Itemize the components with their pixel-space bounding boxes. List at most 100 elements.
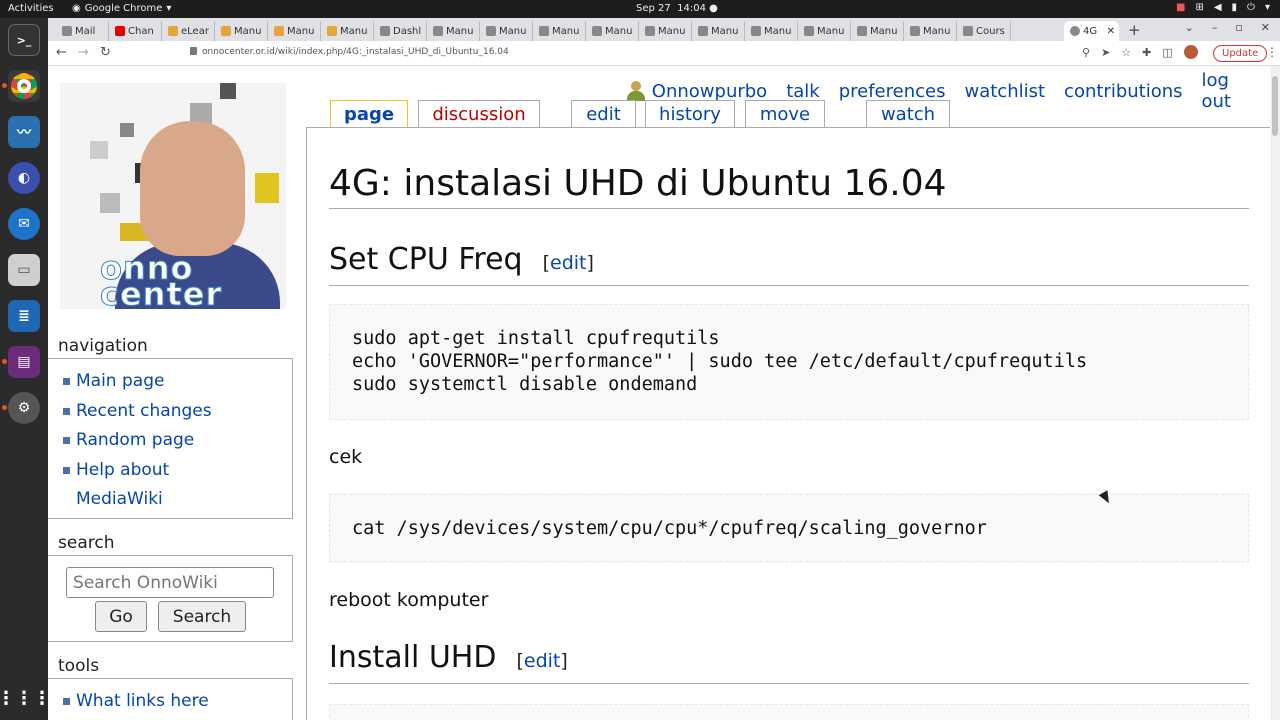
tab-page[interactable]: page [330,100,408,128]
browser-tab[interactable]: Manu [215,21,268,41]
eclipse-icon[interactable]: ◐ [8,162,40,194]
page-icon [698,26,708,36]
url-field[interactable]: onnocenter.or.id/wiki/index.php/4G:_inst… [190,47,509,57]
tab-edit[interactable]: edit [571,100,636,127]
browser-tab[interactable]: eLear [162,21,215,41]
tab-move[interactable]: move [745,100,825,127]
close-icon[interactable]: ✕ [1107,26,1115,37]
nav-random-page[interactable]: Random page [63,426,292,456]
moodle-icon [327,26,337,36]
page-icon [433,26,443,36]
send-icon[interactable]: ➤ [1101,46,1110,59]
chevron-down-icon: ▾ [166,3,172,14]
browser-tab[interactable]: Manu [321,21,374,41]
page-icon [380,26,390,36]
section-edit-link[interactable]: edit [550,252,586,274]
files-icon[interactable]: ▭ [8,254,40,286]
browser-tab[interactable]: Manu [904,21,957,41]
mail-icon [62,26,72,36]
browser-tab[interactable]: Manu [692,21,745,41]
contributions-link[interactable]: contributions [1064,81,1182,102]
scrollbar-thumb[interactable] [1272,76,1278,136]
tab-search-icon[interactable]: ⌄ [1185,21,1194,34]
tab-watch[interactable]: watch [866,100,950,127]
app-menu-label: Google Chrome [84,3,163,14]
logout-link[interactable]: log out [1202,70,1251,112]
page-icon [857,26,867,36]
video-icon[interactable]: ▤ [2,346,40,378]
bookmark-star-icon[interactable]: ☆ [1121,46,1131,59]
browser-tab[interactable]: Manu [851,21,904,41]
browser-tab[interactable]: Manu [427,21,480,41]
code-block: sudo apt-get install cpufrequtils echo '… [329,304,1249,420]
site-logo[interactable]: onno center [60,83,286,309]
back-arrow-icon[interactable]: ← [56,45,67,60]
browser-tab[interactable]: Manu [745,21,798,41]
browser-tab[interactable]: Manu [639,21,692,41]
kebab-menu-icon[interactable]: ⋮ [1266,45,1278,59]
terminal-icon[interactable]: >_ [8,24,40,56]
search-heading: search [58,533,115,553]
chevron-down-icon: ▾ [1264,2,1270,13]
code-block: cat /sys/devices/system/cpu/cpu*/cpufreq… [329,494,1249,562]
section-heading: Set CPU Freq [edit] [329,240,1249,286]
thunderbird-icon[interactable]: ✉ [8,208,40,240]
nav-help-about-cont[interactable]: MediaWiki [76,485,292,515]
portrait-face [140,121,245,256]
chrome-icon[interactable] [2,70,40,102]
power-icon: ⏻ [1247,2,1255,13]
browser-tab[interactable]: Mail [56,21,109,41]
browser-tab[interactable]: Manu [586,21,639,41]
nav-recent-changes[interactable]: Recent changes [63,397,292,427]
app-menu[interactable]: ◉ Google Chrome ▾ [72,3,171,14]
clock[interactable]: Sep 27 14:04 ● [636,3,718,14]
nav-main-page[interactable]: Main page [63,367,292,397]
settings-icon[interactable]: ⚙ [2,392,40,424]
new-tab-button[interactable]: + [1128,21,1141,39]
close-window-icon[interactable]: ✕ [1261,21,1270,34]
system-monitor-icon[interactable]: 〰 [8,116,40,148]
side-panel-icon[interactable]: ◫ [1162,46,1172,59]
search-button[interactable]: Search [158,601,246,632]
browser-tab[interactable]: Manu [533,21,586,41]
preferences-link[interactable]: preferences [839,81,946,102]
search-input[interactable] [66,567,274,598]
network-icon: ⊞ [1195,2,1204,13]
profile-avatar[interactable] [1183,45,1198,59]
tab-history[interactable]: history [645,100,735,127]
restore-icon[interactable]: ▫ [1235,21,1242,34]
browser-tab[interactable]: Manu [480,21,533,41]
browser-tab[interactable]: Manu [798,21,851,41]
tools-what-links-here[interactable]: What links here [63,687,292,717]
tab-discussion[interactable]: discussion [418,100,540,127]
page-icon [539,26,549,36]
go-button[interactable]: Go [95,601,147,632]
page-icon [645,26,655,36]
browser-tab[interactable]: Cours [957,21,1011,41]
browser-tab-active[interactable]: 4G ✕ [1064,21,1119,41]
writer-icon[interactable]: ≣ [8,300,40,332]
section-edit-link[interactable]: edit [524,650,560,672]
forward-arrow-icon[interactable]: → [78,45,89,60]
update-button[interactable]: Update [1213,45,1268,62]
page-scrollbar[interactable] [1270,66,1280,720]
zoom-icon[interactable]: ⚲ [1082,46,1090,59]
app-grid-icon[interactable]: ⋮⋮⋮ [0,682,51,714]
activities-button[interactable]: Activities [8,3,54,14]
minimize-icon[interactable]: – [1212,21,1218,34]
browser-tab[interactable]: Dashl [374,21,427,41]
reload-icon[interactable]: ↻ [100,45,111,60]
talk-link[interactable]: talk [786,81,820,102]
nav-help-about[interactable]: Help about [63,456,292,486]
browser-tab[interactable]: Chan [109,21,162,41]
page-icon [592,26,602,36]
page-icon [910,26,920,36]
browser-tab[interactable]: Manu [268,21,321,41]
system-tray[interactable]: ■ ⊞ ◀ ▮ ⏻ ▾ [1176,2,1270,13]
extensions-icon[interactable]: ✚ [1142,46,1151,59]
user-page-link[interactable]: Onnowpurbo [652,81,767,102]
watchlist-link[interactable]: watchlist [964,81,1045,102]
page-title: 4G: instalasi UHD di Ubuntu 16.04 [329,162,1249,209]
page-icon [963,26,973,36]
volume-icon: ◀ [1213,2,1222,13]
